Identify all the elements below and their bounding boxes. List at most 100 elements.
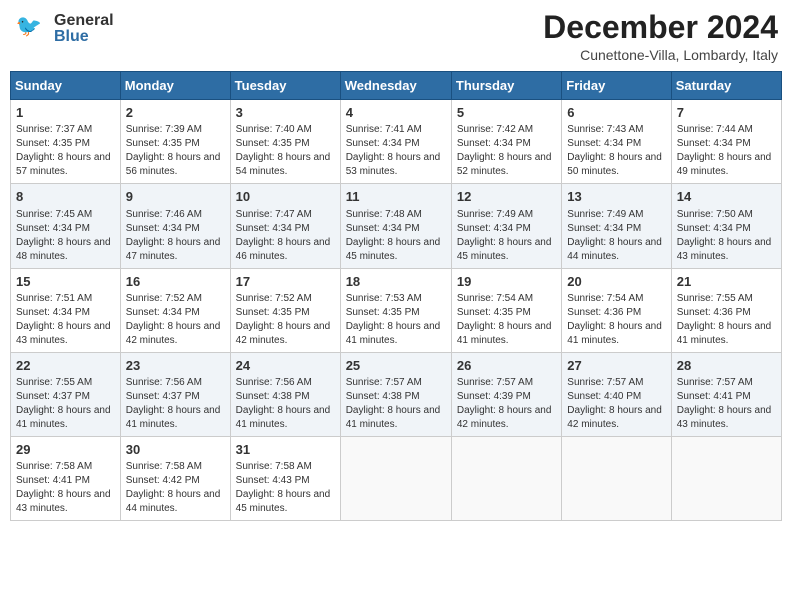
- daylight: Daylight: 8 hours and 56 minutes.: [126, 152, 221, 177]
- day-number: 28: [677, 357, 776, 375]
- calendar-week-1: 1Sunrise: 7:37 AMSunset: 4:35 PMDaylight…: [11, 100, 782, 184]
- calendar-cell: 1Sunrise: 7:37 AMSunset: 4:35 PMDaylight…: [11, 100, 121, 184]
- sunrise: Sunrise: 7:56 AM: [236, 377, 312, 388]
- sunrise: Sunrise: 7:57 AM: [567, 377, 643, 388]
- day-info: Sunrise: 7:57 AMSunset: 4:40 PMDaylight:…: [567, 376, 665, 432]
- sunrise: Sunrise: 7:47 AM: [236, 209, 312, 220]
- day-info: Sunrise: 7:51 AMSunset: 4:34 PMDaylight:…: [16, 292, 115, 348]
- sunrise: Sunrise: 7:58 AM: [126, 461, 202, 472]
- sunset: Sunset: 4:36 PM: [567, 307, 641, 318]
- sunset: Sunset: 4:34 PM: [346, 223, 420, 234]
- calendar-cell: 21Sunrise: 7:55 AMSunset: 4:36 PMDayligh…: [671, 268, 781, 352]
- day-number: 1: [16, 104, 115, 122]
- calendar-cell: 23Sunrise: 7:56 AMSunset: 4:37 PMDayligh…: [120, 352, 230, 436]
- sunset: Sunset: 4:34 PM: [567, 223, 641, 234]
- day-number: 16: [126, 273, 225, 291]
- calendar-cell: [562, 436, 671, 520]
- calendar-cell: 18Sunrise: 7:53 AMSunset: 4:35 PMDayligh…: [340, 268, 451, 352]
- daylight: Daylight: 8 hours and 43 minutes.: [16, 489, 111, 514]
- calendar-cell: 7Sunrise: 7:44 AMSunset: 4:34 PMDaylight…: [671, 100, 781, 184]
- sunset: Sunset: 4:34 PM: [677, 138, 751, 149]
- sunset: Sunset: 4:34 PM: [16, 223, 90, 234]
- daylight: Daylight: 8 hours and 41 minutes.: [346, 321, 441, 346]
- sunrise: Sunrise: 7:56 AM: [126, 377, 202, 388]
- daylight: Daylight: 8 hours and 41 minutes.: [126, 405, 221, 430]
- daylight: Daylight: 8 hours and 54 minutes.: [236, 152, 331, 177]
- calendar-cell: 30 Sunrise: 7:58 AM Sunset: 4:42 PM Dayligh…: [120, 436, 230, 520]
- calendar-cell: 31Sunrise: 7:58 AMSunset: 4:43 PMDayligh…: [230, 436, 340, 520]
- header-day-thursday: Thursday: [451, 72, 561, 100]
- day-number: 29: [16, 441, 115, 459]
- sunrise: Sunrise: 7:53 AM: [346, 293, 422, 304]
- sunrise: Sunrise: 7:58 AM: [236, 461, 312, 472]
- daylight: Daylight: 8 hours and 42 minutes.: [126, 321, 221, 346]
- day-info: Sunrise: 7:58 AMSunset: 4:41 PMDaylight:…: [16, 460, 115, 516]
- daylight: Daylight: 8 hours and 41 minutes.: [457, 321, 552, 346]
- calendar-cell: 6Sunrise: 7:43 AMSunset: 4:34 PMDaylight…: [562, 100, 671, 184]
- day-number: 20: [567, 273, 665, 291]
- daylight: Daylight: 8 hours and 50 minutes.: [567, 152, 662, 177]
- svg-text:🐦: 🐦: [16, 14, 42, 38]
- day-info: Sunrise: 7:46 AMSunset: 4:34 PMDaylight:…: [126, 208, 225, 264]
- title-section: December 2024 Cunettone-Villa, Lombardy,…: [543, 10, 778, 63]
- sunset: Sunset: 4:34 PM: [457, 223, 531, 234]
- sunrise: Sunrise: 7:45 AM: [16, 209, 92, 220]
- day-info: Sunrise: 7:53 AMSunset: 4:35 PMDaylight:…: [346, 292, 446, 348]
- sunrise: Sunrise: 7:46 AM: [126, 209, 202, 220]
- day-info: Sunrise: 7:49 AMSunset: 4:34 PMDaylight:…: [567, 208, 665, 264]
- calendar-cell: 29Sunrise: 7:58 AMSunset: 4:41 PMDayligh…: [11, 436, 121, 520]
- header-row: SundayMondayTuesdayWednesdayThursdayFrid…: [11, 72, 782, 100]
- sunrise: Sunrise: 7:42 AM: [457, 124, 533, 135]
- day-info: Sunrise: 7:41 AMSunset: 4:34 PMDaylight:…: [346, 123, 446, 179]
- daylight: Daylight: 8 hours and 47 minutes.: [126, 237, 221, 262]
- day-number: 23: [126, 357, 225, 375]
- day-info: Sunrise: 7:56 AMSunset: 4:38 PMDaylight:…: [236, 376, 335, 432]
- sunrise: Sunrise: 7:55 AM: [677, 293, 753, 304]
- day-number: 30: [126, 441, 225, 459]
- daylight: Daylight: 8 hours and 41 minutes.: [236, 405, 331, 430]
- sunset: Sunset: 4:37 PM: [16, 391, 90, 402]
- sunrise: Sunrise: 7:50 AM: [677, 209, 753, 220]
- daylight: Daylight: 8 hours and 44 minutes.: [567, 237, 662, 262]
- sunrise: Sunrise: 7:54 AM: [457, 293, 533, 304]
- day-info: Sunrise: 7:48 AMSunset: 4:34 PMDaylight:…: [346, 208, 446, 264]
- daylight: Daylight: 8 hours and 53 minutes.: [346, 152, 441, 177]
- daylight: Daylight: 8 hours and 49 minutes.: [677, 152, 772, 177]
- day-number: 14: [677, 188, 776, 206]
- day-number: 26: [457, 357, 556, 375]
- calendar-cell: 26Sunrise: 7:57 AMSunset: 4:39 PMDayligh…: [451, 352, 561, 436]
- day-info: Sunrise: 7:49 AMSunset: 4:34 PMDaylight:…: [457, 208, 556, 264]
- daylight: Daylight: 8 hours and 42 minutes.: [236, 321, 331, 346]
- sunset: Sunset: 4:38 PM: [346, 391, 420, 402]
- sunrise: Sunrise: 7:52 AM: [236, 293, 312, 304]
- sunset: Sunset: 4:41 PM: [16, 475, 90, 486]
- daylight: Daylight: 8 hours and 57 minutes.: [16, 152, 111, 177]
- header-day-saturday: Saturday: [671, 72, 781, 100]
- sunrise: Sunrise: 7:43 AM: [567, 124, 643, 135]
- calendar-cell: 8Sunrise: 7:45 AMSunset: 4:34 PMDaylight…: [11, 184, 121, 268]
- logo-icon: 🐦: [14, 10, 52, 48]
- day-number: 10: [236, 188, 335, 206]
- day-info: Sunrise: 7:55 AMSunset: 4:37 PMDaylight:…: [16, 376, 115, 432]
- sunset: Sunset: 4:34 PM: [236, 223, 310, 234]
- calendar-cell: 15Sunrise: 7:51 AMSunset: 4:34 PMDayligh…: [11, 268, 121, 352]
- calendar-cell: [451, 436, 561, 520]
- sunrise: Sunrise: 7:51 AM: [16, 293, 92, 304]
- calendar-cell: 17Sunrise: 7:52 AMSunset: 4:35 PMDayligh…: [230, 268, 340, 352]
- main-title: December 2024: [543, 10, 778, 45]
- sunrise: Sunrise: 7:37 AM: [16, 124, 92, 135]
- daylight: Daylight: 8 hours and 44 minutes.: [126, 489, 221, 514]
- daylight: Daylight: 8 hours and 45 minutes.: [457, 237, 552, 262]
- calendar-table: SundayMondayTuesdayWednesdayThursdayFrid…: [10, 71, 782, 521]
- calendar-week-5: 29Sunrise: 7:58 AMSunset: 4:41 PMDayligh…: [11, 436, 782, 520]
- calendar-cell: 27Sunrise: 7:57 AMSunset: 4:40 PMDayligh…: [562, 352, 671, 436]
- calendar-cell: 12Sunrise: 7:49 AMSunset: 4:34 PMDayligh…: [451, 184, 561, 268]
- logo: 🐦 General Blue: [14, 10, 114, 48]
- daylight: Daylight: 8 hours and 43 minutes.: [16, 321, 111, 346]
- daylight: Daylight: 8 hours and 48 minutes.: [16, 237, 111, 262]
- sunrise: Sunrise: 7:57 AM: [346, 377, 422, 388]
- sunrise: Sunrise: 7:52 AM: [126, 293, 202, 304]
- sunset: Sunset: 4:35 PM: [457, 307, 531, 318]
- calendar-cell: 14Sunrise: 7:50 AMSunset: 4:34 PMDayligh…: [671, 184, 781, 268]
- sunset: Sunset: 4:42 PM: [126, 475, 200, 486]
